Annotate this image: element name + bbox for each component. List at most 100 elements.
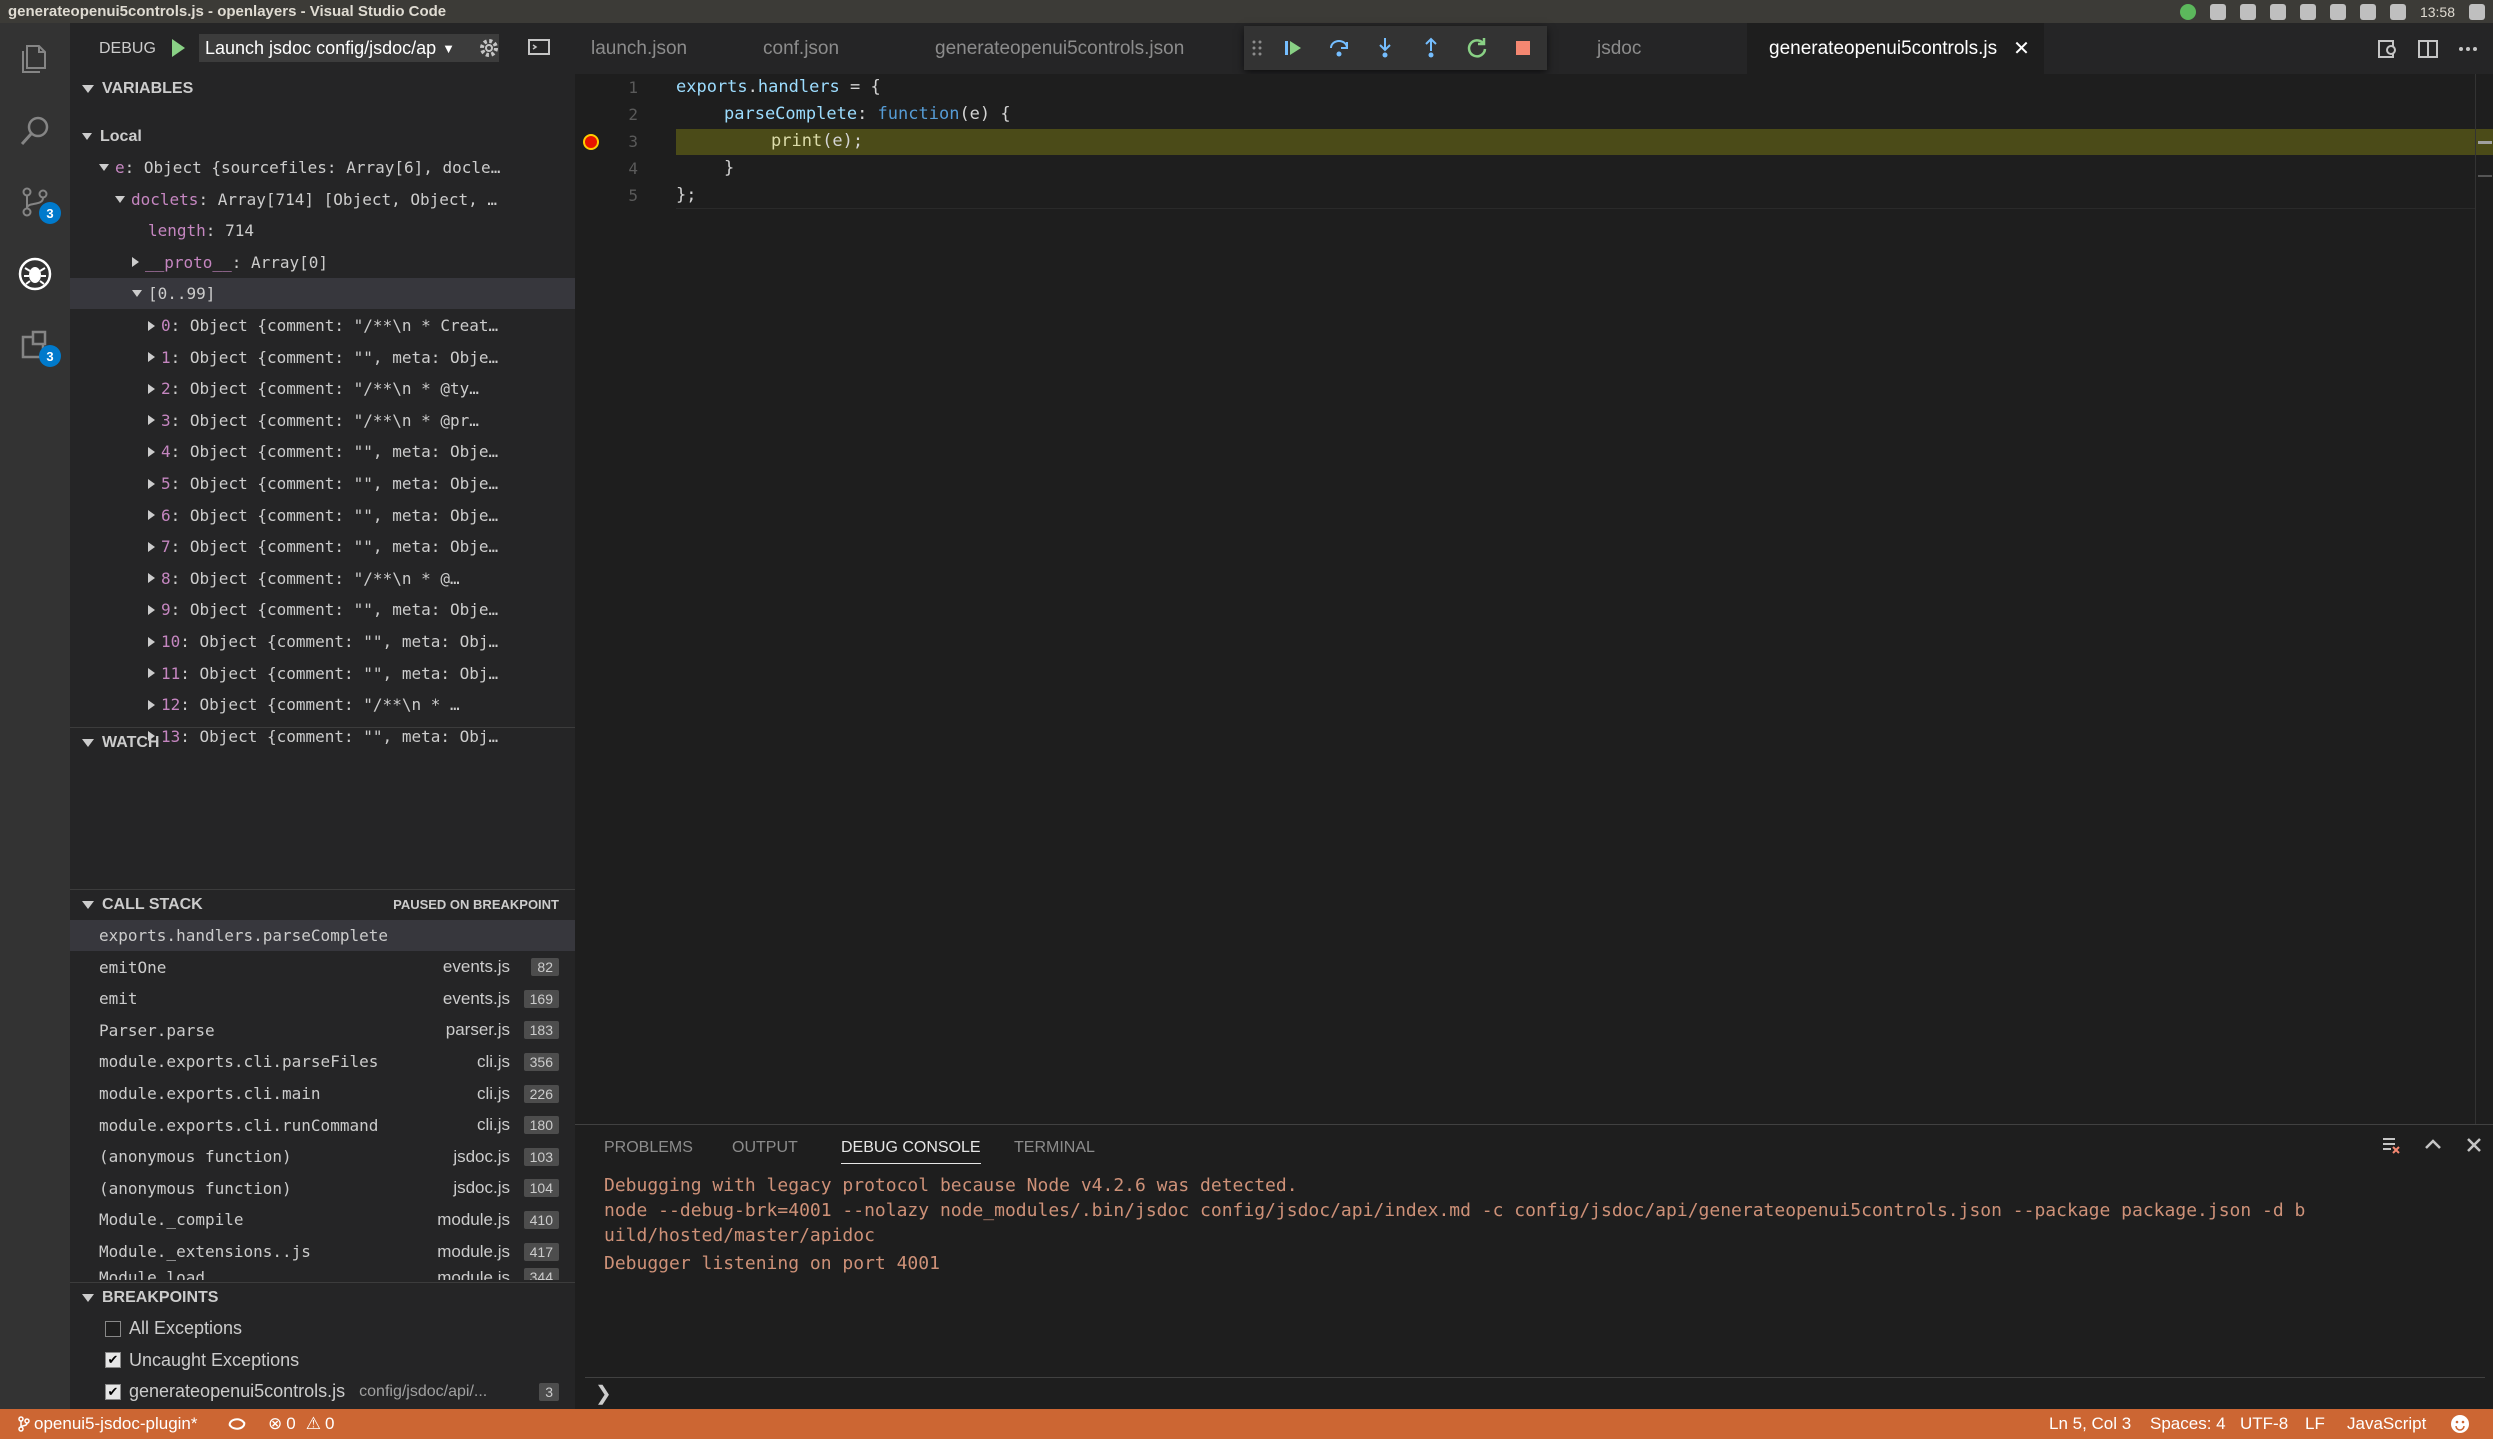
stack-frame-line: 183 [523,1021,559,1040]
scope-local[interactable]: Local [70,121,575,152]
drag-handle-icon[interactable] [1244,26,1270,70]
close-icon[interactable]: ✕ [2013,36,2030,61]
source-control-icon[interactable]: 3 [13,180,61,224]
indentation[interactable]: Spaces: 4 [2150,1409,2226,1439]
volume-icon[interactable] [2389,3,2406,20]
activity-bar: 3 3 [0,23,70,1409]
keyboard-icon[interactable] [2299,3,2316,20]
variable-row[interactable]: 8: Object {comment: "/**\n * @… [70,563,575,594]
stack-frame[interactable]: module.exports.cli.runCommand cli.js 180 [70,1110,575,1141]
language-mode[interactable]: JavaScript [2347,1409,2426,1439]
breakpoint-item[interactable]: ✔ generateopenui5controls.js config/jsdoc/… [70,1376,575,1407]
clock[interactable]: 13:58 [2420,4,2455,20]
branch-indicator[interactable]: openui5-jsdoc-plugin* [18,1409,198,1439]
stack-frame[interactable]: emit events.js 169 [70,983,575,1014]
continue-icon[interactable] [1270,26,1316,70]
step-into-icon[interactable] [1362,26,1408,70]
editor-scrollbar[interactable] [2475,74,2493,1124]
variable-row[interactable]: 2: Object {comment: "/**\n * @ty… [70,373,575,404]
gear-icon[interactable] [478,37,500,59]
stack-frame[interactable]: Parser.parse parser.js 183 [70,1015,575,1046]
breakpoint-label: Uncaught Exceptions [129,1349,300,1370]
update-icon[interactable] [2179,3,2196,20]
stack-frame[interactable]: (anonymous function) jsdoc.js 103 [70,1141,575,1172]
stack-frame[interactable]: module.exports.cli.main cli.js 226 [70,1078,575,1109]
tab-terminal[interactable]: TERMINAL [1014,1139,1095,1163]
debug-icon[interactable] [13,252,57,296]
maximize-panel-icon[interactable] [2423,1135,2443,1155]
tab-generateopenui5controls-js[interactable]: generateopenui5controls.js ✕ [1747,23,2044,74]
problems-indicator[interactable]: ⊗ 0 ⚠ 0 [268,1409,334,1439]
more-actions-icon[interactable] [2457,38,2479,60]
variable-row[interactable]: 11: Object {comment: "", meta: Obj… [70,658,575,689]
tab-problems[interactable]: PROBLEMS [604,1139,693,1163]
watch-section-header[interactable]: WATCH [70,727,575,757]
variable-row[interactable]: doclets: Array[714] [Object, Object, … [70,184,575,215]
variable-row[interactable]: 6: Object {comment: "", meta: Obje… [70,500,575,531]
variable-row[interactable]: 7: Object {comment: "", meta: Obje… [70,531,575,562]
search-icon[interactable] [13,109,57,153]
tab-debug-console[interactable]: DEBUG CONSOLE [841,1139,981,1164]
code-editor[interactable]: 1 2 3 4 5 exports.handlers = { parseComp… [575,74,2493,1124]
console-input[interactable]: ❯ [585,1377,2485,1409]
settings-icon[interactable] [2469,3,2485,20]
extensions-icon[interactable]: 3 [13,323,61,367]
variable-row[interactable]: 1: Object {comment: "", meta: Obje… [70,342,575,373]
open-console-icon[interactable] [528,37,550,57]
bluetooth-icon[interactable] [2209,3,2226,20]
restart-icon[interactable] [1454,26,1500,70]
start-debugging-icon[interactable] [172,39,185,57]
variable-row[interactable]: __proto__: Array[0] [70,247,575,278]
mail-icon[interactable] [2329,3,2346,20]
feedback-icon[interactable] [2449,1409,2471,1439]
stack-frame[interactable]: Module.load module.js 344 [70,1267,575,1280]
open-changes-icon[interactable] [2377,38,2399,60]
stack-frame[interactable]: module.exports.cli.parseFiles cli.js 356 [70,1046,575,1077]
stack-frame[interactable]: emitOne events.js 82 [70,952,575,983]
branch-name: openui5-jsdoc-plugin* [34,1414,198,1433]
stack-frame[interactable]: (anonymous function) jsdoc.js 104 [70,1173,575,1204]
stop-icon[interactable] [1500,26,1546,70]
tab-jsdoc[interactable]: jsdoc [1597,23,1641,74]
line-ending[interactable]: LF [2305,1409,2325,1439]
call-stack-section-header[interactable]: CALL STACK PAUSED ON BREAKPOINT [70,889,575,919]
breakpoint-item[interactable]: All Exceptions [70,1313,575,1344]
tab-launch-json[interactable]: launch.json [591,23,687,74]
step-over-icon[interactable] [1316,26,1362,70]
step-out-icon[interactable] [1408,26,1454,70]
variable-row[interactable]: [0..99] [70,278,575,310]
breakpoints-section-header[interactable]: BREAKPOINTS [70,1282,575,1312]
variable-row[interactable]: 3: Object {comment: "/**\n * @pr… [70,405,575,436]
tab-conf-json[interactable]: conf.json [763,23,839,74]
stack-frame[interactable]: Module._compile module.js 410 [70,1204,575,1235]
tab-output[interactable]: OUTPUT [732,1139,798,1163]
variable-row[interactable]: 10: Object {comment: "", meta: Obj… [70,626,575,657]
clear-console-icon[interactable] [2381,1135,2401,1155]
breakpoint-item[interactable]: ✔ Uncaught Exceptions [70,1345,575,1376]
split-editor-icon[interactable] [2417,38,2439,60]
breakpoint-checkbox[interactable]: ✔ [105,1352,121,1369]
wifi-icon[interactable] [2269,3,2286,20]
cursor-position[interactable]: Ln 5, Col 3 [2049,1409,2131,1439]
chat-icon[interactable] [2239,3,2256,20]
explorer-icon[interactable] [13,37,57,81]
breakpoint-label: All Exceptions [129,1318,243,1338]
battery-icon[interactable] [2359,3,2376,20]
sync-icon[interactable] [226,1409,248,1439]
variable-row[interactable]: 4: Object {comment: "", meta: Obje… [70,436,575,467]
breakpoint-checkbox[interactable] [105,1320,121,1337]
close-panel-icon[interactable] [2465,1136,2483,1154]
stack-frame[interactable]: exports.handlers.parseComplete [70,920,575,951]
tab-generateopenui5controls-json[interactable]: generateopenui5controls.json [935,23,1184,74]
launch-config-select[interactable]: Launch jsdoc config/jsdoc/ap ▼ [199,34,499,62]
breakpoint-checkbox[interactable]: ✔ [105,1383,121,1400]
variable-row[interactable]: 9: Object {comment: "", meta: Obje… [70,594,575,625]
variable-row[interactable]: length: 714 [70,215,575,246]
variable-row[interactable]: e: Object {sourcefiles: Array[6], docle… [70,152,575,183]
encoding[interactable]: UTF-8 [2240,1409,2288,1439]
variable-row[interactable]: 0: Object {comment: "/**\n * Creat… [70,310,575,341]
variable-row[interactable]: 12: Object {comment: "/**\n * … [70,689,575,720]
variable-row[interactable]: 5: Object {comment: "", meta: Obje… [70,468,575,499]
stack-frame[interactable]: Module._extensions..js module.js 417 [70,1236,575,1267]
variables-section-header[interactable]: VARIABLES [70,74,575,104]
